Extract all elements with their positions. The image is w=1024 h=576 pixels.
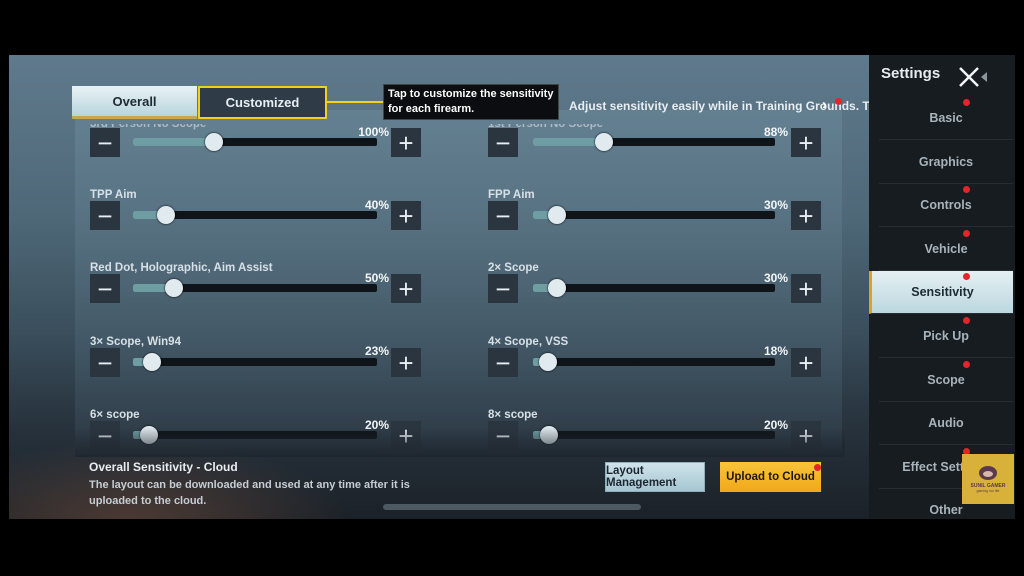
sidebar-item-label: Sensitivity [911,285,974,300]
channel-watermark: SUNIL GAMER gaming our life [962,454,1014,504]
sidebar-item-label: Basic [929,111,963,125]
slider-label: 2× Scope [488,262,539,274]
slider-value: 30% [763,198,788,212]
decrease-button[interactable]: − [90,274,120,303]
slider-track[interactable] [533,353,775,371]
slider-label: FPP Aim [488,189,535,201]
sidebar-item-pick-up[interactable]: Pick Up [879,315,1013,358]
slider-handle[interactable] [165,279,183,297]
sidebar-item-label: Graphics [918,154,974,169]
sidebar-item-graphics[interactable]: Graphics [879,141,1013,184]
close-icon[interactable] [957,65,987,91]
tab-overall[interactable]: Overall [72,86,197,119]
increase-button[interactable]: + [391,128,421,157]
notification-dot [963,360,970,368]
notification-dot [963,99,970,106]
sidebar-item-label: Controls [920,198,972,213]
sidebar-item-sensitivity[interactable]: Sensitivity [869,271,1013,315]
decrease-button[interactable]: − [488,128,518,157]
increase-button[interactable]: + [791,128,821,157]
decrease-button[interactable]: − [90,348,120,377]
sidebar-item-audio[interactable]: Audio [879,402,1013,446]
slider-handle[interactable] [595,133,613,151]
slider-handle[interactable] [548,279,566,297]
notification-dot [963,229,970,237]
panel-fade [75,427,845,457]
slider-value: 40% [364,198,389,212]
slider-handle[interactable] [157,206,175,224]
decrease-button[interactable]: − [90,128,120,157]
slider-track[interactable] [133,206,377,224]
slider-handle[interactable] [539,353,557,371]
slider-label: 4× Scope, VSS [488,336,569,348]
notification-dot [835,98,842,105]
upload-notification-dot [814,464,821,471]
sidebar-item-label: Scope [927,372,965,387]
sidebar-item-label: Vehicle [924,241,968,256]
increase-button[interactable]: + [391,274,421,303]
slider-label: 3× Scope, Win94 [90,336,181,348]
slider-label: 8× scope [488,409,538,421]
customize-tooltip: Tap to customize the sensitivity for eac… [383,84,559,120]
upload-to-cloud-button[interactable]: Upload to Cloud [720,462,821,492]
tooltip-connector [327,101,383,103]
chevron-right-icon[interactable]: › [822,96,827,113]
slider-handle[interactable] [548,206,566,224]
slider-track[interactable] [133,133,377,151]
slider-value: 100% [358,125,389,139]
slider-label: 6× scope [90,409,140,421]
decrease-button[interactable]: − [90,201,120,230]
slider-fill [133,138,214,146]
horizontal-scrollbar[interactable] [383,504,641,510]
increase-button[interactable]: + [791,348,821,377]
sensitivity-panel [75,110,842,455]
watermark-tagline: gaming our life [976,488,1000,493]
slider-label: TPP Aim [90,189,137,201]
settings-title: Settings [881,65,941,82]
decrease-button[interactable]: − [488,274,518,303]
settings-sidebar: Settings Basic Graphics Controls Vehicle Sen… [869,55,1015,519]
notification-dot [963,317,970,324]
slider-handle[interactable] [205,133,223,151]
slider-track[interactable] [533,133,775,151]
layout-management-button[interactable]: Layout Management [605,462,705,492]
slider-label: Red Dot, Holographic, Aim Assist [90,262,273,274]
sidebar-item-controls[interactable]: Controls [879,184,1013,228]
monkey-logo-icon [979,465,997,480]
increase-button[interactable]: + [391,348,421,377]
slider-value: 88% [763,125,788,139]
sidebar-item-vehicle[interactable]: Vehicle [879,228,1013,271]
game-screen: Overall Customized Adjust sensitivity ea… [9,55,1015,519]
slider-track[interactable] [133,279,377,297]
cloud-section-title: Overall Sensitivity - Cloud [89,460,238,474]
slider-value: 30% [763,271,788,285]
slider-track[interactable] [133,353,377,371]
increase-button[interactable]: + [791,201,821,230]
slider-value: 23% [364,344,389,358]
slider-track[interactable] [533,206,775,224]
increase-button[interactable]: + [391,201,421,230]
slider-value: 50% [364,271,389,285]
sidebar-item-label: Other [929,503,963,518]
slider-fill [533,138,604,146]
slider-handle[interactable] [143,353,161,371]
sidebar-item-label: Pick Up [923,329,969,343]
increase-button[interactable]: + [791,274,821,303]
decrease-button[interactable]: − [488,348,518,377]
sidebar-item-basic[interactable]: Basic [879,97,1013,140]
sidebar-item-label: Audio [928,416,964,431]
decrease-button[interactable]: − [488,201,518,230]
sidebar-item-scope[interactable]: Scope [879,359,1013,402]
tab-customized[interactable]: Customized [198,86,327,119]
slider-value: 18% [763,344,788,358]
slider-track[interactable] [533,279,775,297]
